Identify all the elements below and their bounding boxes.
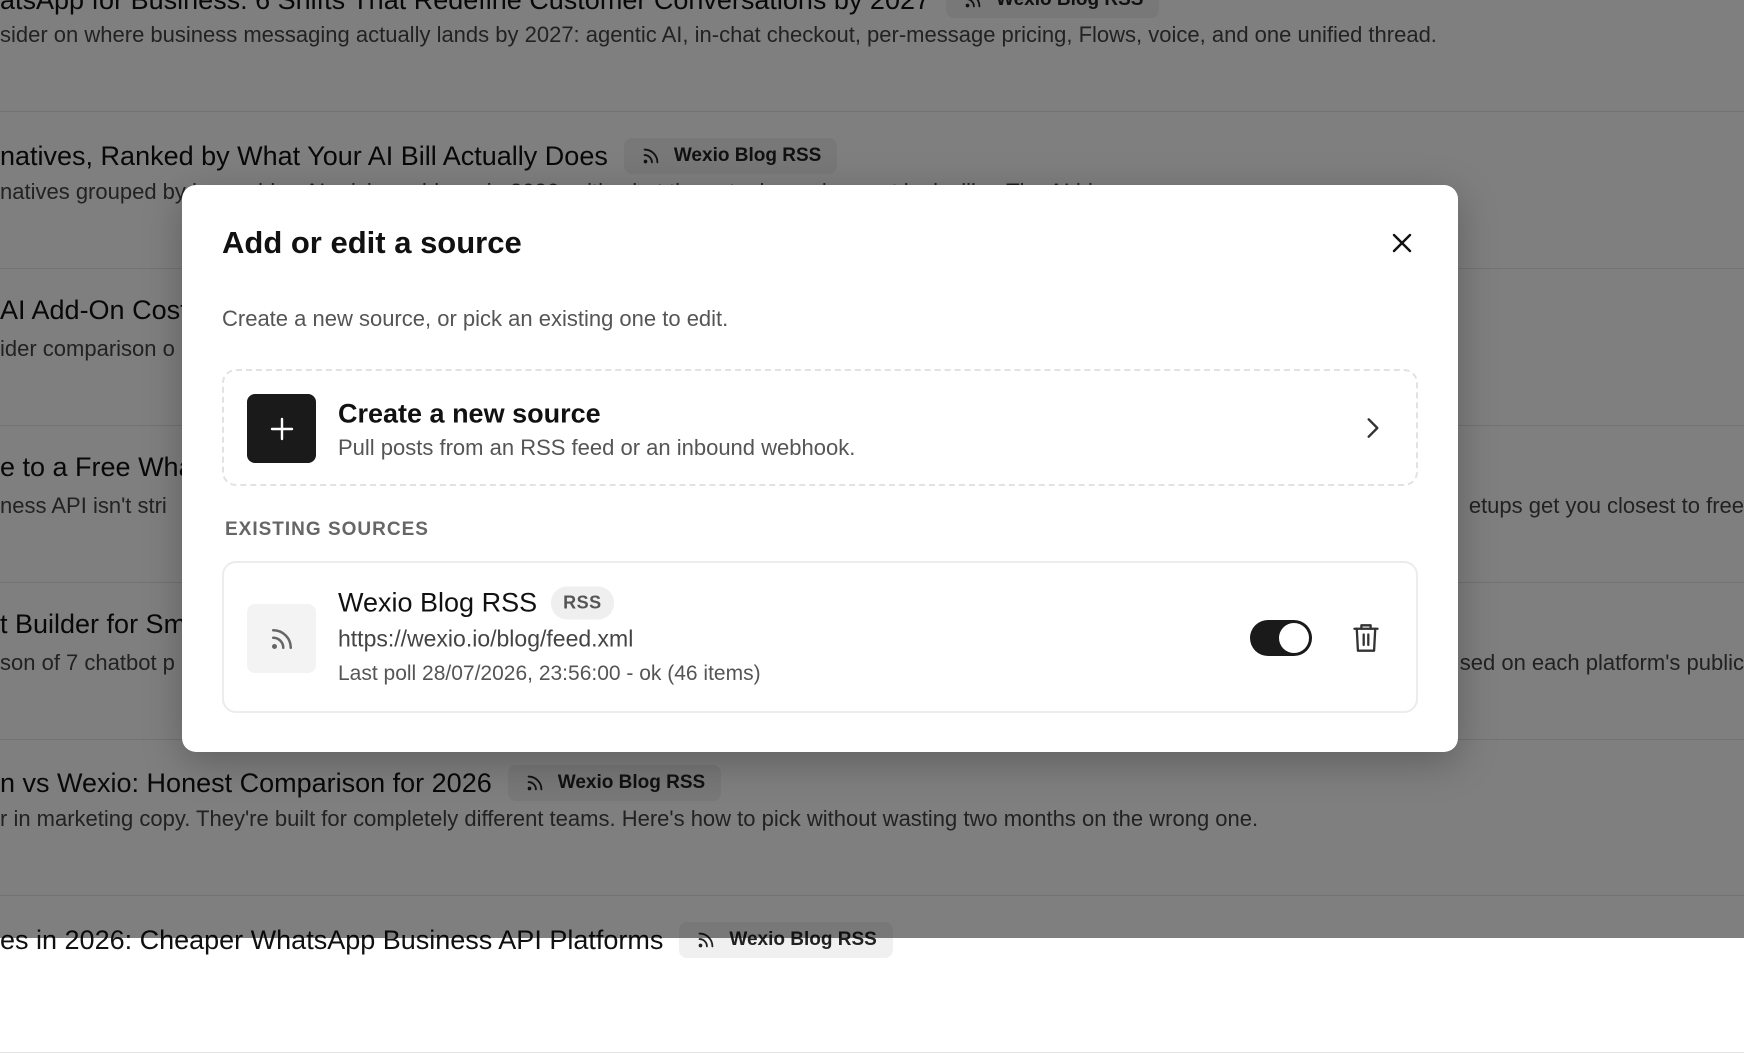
source-name: Wexio Blog RSS [338, 587, 538, 618]
delete-source-button[interactable] [1349, 621, 1383, 655]
existing-sources-label: EXISTING SOURCES [225, 519, 429, 540]
trash-icon [1353, 624, 1379, 652]
source-type-badge: RSS [551, 586, 614, 620]
add-edit-source-dialog: Add or edit a source Create a new source… [182, 185, 1458, 752]
create-source-subtitle: Pull posts from an RSS feed or an inboun… [338, 435, 856, 460]
close-icon [1392, 233, 1412, 253]
close-button[interactable] [1386, 227, 1418, 259]
source-url: https://wexio.io/blog/feed.xml [338, 625, 634, 652]
plus-icon [270, 417, 293, 440]
source-list-item[interactable]: Wexio Blog RSS RSS https://wexio.io/blog… [222, 561, 1418, 713]
chevron-right-icon [1367, 418, 1379, 438]
source-icon-tile [247, 604, 316, 673]
dialog-description: Create a new source, or pick an existing… [222, 306, 729, 331]
source-poll-status: Last poll 28/07/2026, 23:56:00 - ok (46 … [338, 662, 761, 685]
plus-icon-tile [247, 394, 316, 463]
rss-icon [271, 628, 292, 649]
dialog-title: Add or edit a source [222, 225, 522, 260]
create-source-title: Create a new source [338, 398, 601, 429]
toggle-knob [1279, 623, 1309, 653]
create-new-source-button[interactable]: Create a new source Pull posts from an R… [222, 369, 1418, 486]
source-name-row: Wexio Blog RSS RSS [338, 586, 614, 620]
source-enabled-toggle[interactable] [1250, 620, 1312, 656]
